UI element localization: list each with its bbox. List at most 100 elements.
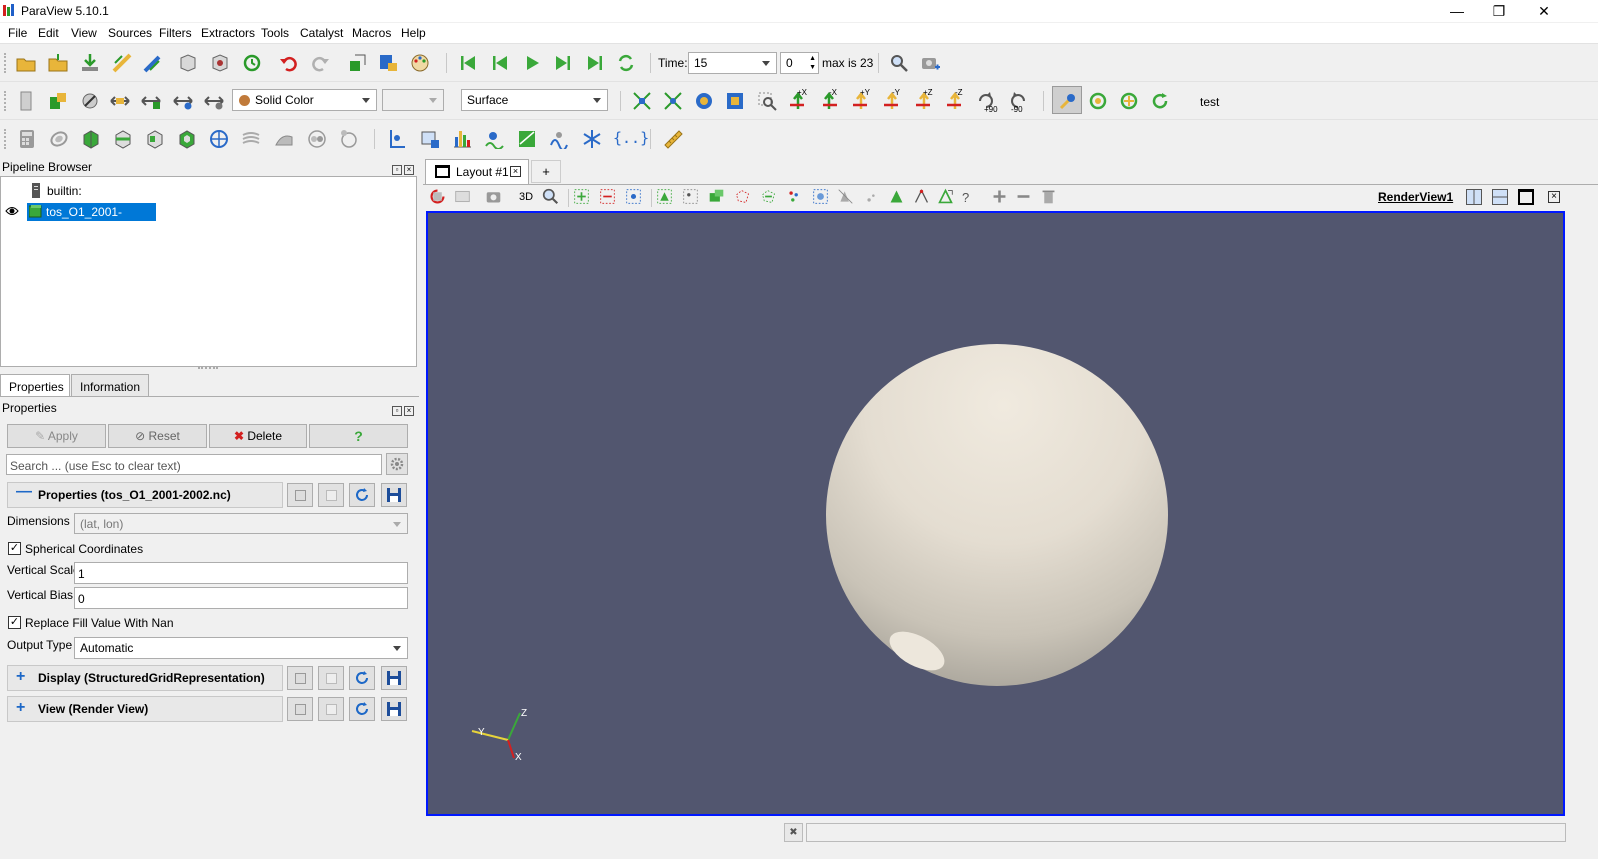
reset-camera-icon[interactable] (632, 91, 652, 111)
color-legend-icon[interactable] (48, 91, 68, 111)
group-datasets-icon[interactable] (307, 129, 327, 149)
select-points-on-icon[interactable] (599, 188, 616, 205)
menu-extractors[interactable]: Extractors (201, 26, 255, 40)
restore-defaults-button[interactable] (349, 483, 375, 507)
python-calculator-icon[interactable]: {..} (613, 129, 649, 149)
threshold-icon[interactable] (145, 129, 165, 149)
rescale-custom-range-icon[interactable] (141, 91, 161, 111)
histogram-icon[interactable] (452, 129, 472, 149)
select-cells-on-icon[interactable] (573, 188, 590, 205)
menu-macros[interactable]: Macros (352, 26, 391, 40)
glyph-icon[interactable] (209, 129, 229, 149)
splitter-handle[interactable] (198, 367, 218, 370)
globe-sphere[interactable] (826, 344, 1168, 686)
menu-help[interactable]: Help (401, 26, 426, 40)
screenshot-icon[interactable] (485, 188, 502, 205)
rotation-center-icon[interactable] (1150, 91, 1170, 111)
select-frustum-icon[interactable] (625, 188, 642, 205)
save-defaults-button[interactable] (381, 483, 407, 507)
stream-tracer-icon[interactable] (241, 129, 261, 149)
menu-filters[interactable]: Filters (159, 26, 192, 40)
edit-color-map-icon[interactable] (410, 53, 430, 73)
edit-colormap-icon[interactable] (80, 91, 100, 111)
select-block-icon[interactable] (708, 188, 725, 205)
output-type-combo[interactable]: Automatic (74, 637, 408, 659)
first-frame-icon[interactable] (458, 53, 478, 73)
slice-icon[interactable] (113, 129, 133, 149)
grow-selection-icon[interactable] (888, 188, 905, 205)
warp-by-vector-icon[interactable] (274, 129, 294, 149)
restore-button[interactable]: ❐ (1484, 2, 1514, 20)
paste-properties-button[interactable] (318, 483, 344, 507)
menu-sources[interactable]: Sources (108, 26, 152, 40)
delete-button[interactable]: ✖ Delete (209, 424, 307, 448)
hover-cells-icon[interactable] (864, 188, 881, 205)
paste-display-button[interactable] (318, 666, 344, 690)
custom-macro-test[interactable]: test (1200, 95, 1219, 109)
save-display-defaults-button[interactable] (381, 666, 407, 690)
find-data-icon[interactable] (378, 53, 398, 73)
tab-layout-1[interactable]: Layout #1 × (425, 159, 529, 184)
hover-points-icon[interactable] (837, 188, 854, 205)
help-button[interactable]: ? (309, 424, 408, 448)
previous-frame-icon[interactable] (490, 53, 510, 73)
open-recent-icon[interactable] (48, 53, 68, 73)
replace-fill-value-checkbox[interactable]: ✓ (8, 616, 21, 629)
copy-display-button[interactable] (287, 666, 313, 690)
show-center-icon[interactable] (1088, 91, 1108, 111)
split-horizontal-button[interactable] (1463, 186, 1485, 208)
close-tab-icon[interactable]: × (510, 166, 521, 177)
extract-subset-icon[interactable] (177, 129, 197, 149)
add-layout-tab[interactable]: + (531, 160, 561, 183)
split-vertical-button[interactable] (1489, 186, 1511, 208)
pipeline-item-builtin[interactable]: builtin: (31, 183, 151, 199)
interactive-zoom-icon[interactable] (542, 188, 559, 205)
extract-level-icon[interactable] (339, 129, 359, 149)
save-data-icon[interactable] (80, 53, 100, 73)
close-panel-icon[interactable]: × (404, 165, 414, 175)
advanced-properties-button[interactable] (386, 453, 408, 475)
reset-button[interactable]: ⊘ Reset (108, 424, 207, 448)
toolbar-grip[interactable] (4, 129, 8, 149)
ruler-icon[interactable] (663, 129, 683, 149)
link-camera-icon[interactable] (454, 188, 471, 205)
zoom-to-data-sphere-icon[interactable] (694, 91, 714, 111)
load-state-icon[interactable] (178, 53, 198, 73)
paste-view-button[interactable] (318, 697, 344, 721)
minimize-button[interactable]: — (1442, 2, 1472, 20)
contour-icon[interactable] (49, 129, 69, 149)
calculator-icon[interactable] (17, 129, 37, 149)
menu-catalyst[interactable]: Catalyst (300, 26, 343, 40)
zoom-to-box-icon[interactable] (757, 91, 777, 111)
clip-icon[interactable] (81, 129, 101, 149)
open-file-icon[interactable] (16, 53, 36, 73)
close-view-button[interactable]: × (1543, 186, 1565, 208)
reset-camera-view-icon[interactable] (429, 188, 446, 205)
restore-display-defaults-button[interactable] (349, 666, 375, 690)
toolbar-grip[interactable] (4, 91, 8, 111)
rescale-visible-range-icon[interactable] (204, 91, 224, 111)
disconnect-icon[interactable] (142, 53, 162, 73)
toolbar-grip[interactable] (4, 53, 8, 73)
save-state-icon[interactable] (210, 53, 230, 73)
undo-icon[interactable] (279, 53, 299, 73)
rescale-temporal-range-icon[interactable] (173, 91, 193, 111)
select-points-through-icon[interactable] (682, 188, 699, 205)
reset-session-icon[interactable] (347, 53, 367, 73)
visibility-eye-icon[interactable] (5, 206, 19, 216)
subtract-selection-icon[interactable] (1015, 188, 1032, 205)
copy-properties-button[interactable] (287, 483, 313, 507)
add-selection-icon[interactable] (991, 188, 1008, 205)
float-panel-icon[interactable]: ▫ (392, 406, 402, 416)
spherical-coordinates-checkbox[interactable]: ✓ (8, 542, 21, 555)
select-polygon-points-icon[interactable] (760, 188, 777, 205)
reset-camera-closest-icon[interactable] (663, 91, 683, 111)
clear-selection-icon[interactable] (1040, 188, 1057, 205)
close-panel-icon[interactable]: × (404, 406, 414, 416)
apply-button[interactable]: ✎ Apply (7, 424, 106, 448)
coloring-combo[interactable]: Solid Color (232, 89, 377, 111)
copy-view-button[interactable] (287, 697, 313, 721)
restore-view-defaults-button[interactable] (349, 697, 375, 721)
vertical-scale-input[interactable]: 1 (74, 562, 408, 584)
maximize-view-button[interactable] (1515, 186, 1537, 208)
